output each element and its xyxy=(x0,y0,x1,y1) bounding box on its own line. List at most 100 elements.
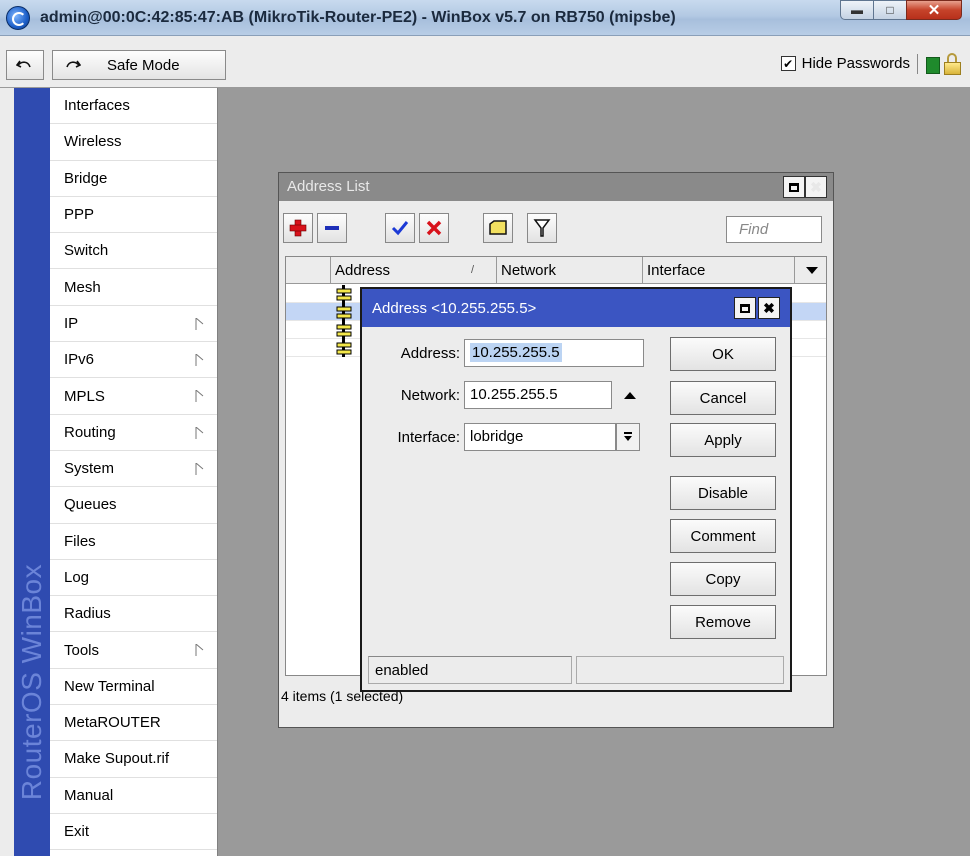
column-address-label: Address xyxy=(335,262,391,279)
menu-item[interactable]: IP xyxy=(50,306,217,343)
menu-item[interactable]: Bridge xyxy=(50,161,217,197)
menu-item-label: PPP xyxy=(64,206,95,224)
dropdown-arrow-icon xyxy=(624,432,632,441)
address-value: 10.255.255.5 xyxy=(470,343,562,362)
network-input[interactable]: 10.255.255.5 xyxy=(464,381,612,409)
hide-passwords-checkbox[interactable]: ✔ xyxy=(780,56,796,71)
submenu-arrow-icon xyxy=(195,317,205,330)
menu-item-label: MPLS xyxy=(64,387,105,405)
address-list-maximize-button[interactable] xyxy=(783,176,805,198)
remove-button[interactable] xyxy=(317,213,347,243)
filter-button[interactable] xyxy=(527,213,557,243)
menu-item[interactable]: New Terminal xyxy=(50,669,217,706)
note-icon xyxy=(489,220,507,235)
menu-item-label: Mesh xyxy=(64,278,101,296)
maximize-icon xyxy=(740,303,750,313)
add-button[interactable] xyxy=(283,213,313,243)
minus-icon xyxy=(325,226,339,230)
interface-label: Interface: xyxy=(397,429,460,446)
menu-item[interactable]: MetaROUTER xyxy=(50,705,217,742)
column-header-interface[interactable]: Interface xyxy=(642,257,794,284)
ok-button[interactable]: OK xyxy=(670,337,776,371)
window-title: admin@00:0C:42:85:47:AB (MikroTik-Router… xyxy=(40,9,676,26)
interface-dropdown-button[interactable] xyxy=(616,423,640,451)
menu-item[interactable]: IPv6 xyxy=(50,342,217,379)
menu-item-label: Exit xyxy=(64,823,90,841)
column-chooser-button[interactable] xyxy=(794,257,828,284)
interface-select[interactable]: lobridge xyxy=(464,423,616,451)
menu-item[interactable]: Interfaces xyxy=(50,88,217,125)
menu-item[interactable]: Mesh xyxy=(50,269,217,306)
sidebar-brand-strip: RouterOS WinBox xyxy=(14,88,50,856)
menu-item-label: Make Supout.rif xyxy=(64,750,170,768)
sort-indicator-icon: / xyxy=(471,264,475,276)
collapse-up-icon[interactable] xyxy=(624,392,636,399)
menu-item[interactable]: Routing xyxy=(50,415,217,451)
menu-item[interactable]: System xyxy=(50,451,217,488)
dialog-close-button[interactable]: ✖ xyxy=(758,297,780,319)
remove-button[interactable]: Remove xyxy=(670,605,776,639)
menu-item-label: MetaROUTER xyxy=(64,714,161,732)
filter-icon xyxy=(533,219,551,237)
address-dialog-titlebar[interactable]: Address <10.255.255.5> ✖ xyxy=(362,289,790,327)
enable-button[interactable] xyxy=(385,213,415,243)
maximize-icon xyxy=(789,182,799,192)
menu-item[interactable]: PPP xyxy=(50,197,217,234)
minimize-button[interactable]: ▬ xyxy=(840,0,874,20)
menu-item[interactable]: Radius xyxy=(50,596,217,633)
menu-item[interactable]: MPLS xyxy=(50,378,217,415)
column-header-network[interactable]: Network xyxy=(496,257,642,284)
menu-item[interactable]: Make Supout.rif xyxy=(50,741,217,778)
address-list-titlebar[interactable]: Address List ✖ xyxy=(279,173,833,201)
brand-text: RouterOS WinBox xyxy=(16,563,47,801)
menu-item[interactable]: Log xyxy=(50,560,217,597)
copy-button[interactable]: Copy xyxy=(670,562,776,596)
address-dialog-title: Address <10.255.255.5> xyxy=(372,300,537,317)
close-icon: ✖ xyxy=(763,300,775,316)
menu-item[interactable]: Exit xyxy=(50,814,217,851)
disable-button[interactable] xyxy=(419,213,449,243)
menu-item[interactable]: Files xyxy=(50,524,217,560)
hide-passwords-toggle[interactable]: ✔ Hide Passwords xyxy=(780,55,910,72)
hide-passwords-label: Hide Passwords xyxy=(801,55,910,72)
address-entry-icon xyxy=(336,303,352,321)
menu-item[interactable]: Switch xyxy=(50,233,217,270)
toolbar-separator xyxy=(917,54,918,74)
menu-item-label: IP xyxy=(64,314,79,332)
chevron-down-icon xyxy=(805,267,818,274)
menu-item-label: Switch xyxy=(64,242,109,260)
dialog-status-secondary xyxy=(576,656,784,684)
menu-item[interactable]: Tools xyxy=(50,632,217,669)
apply-button[interactable]: Apply xyxy=(670,423,776,457)
check-icon xyxy=(391,221,409,236)
column-header-flags[interactable] xyxy=(286,257,330,284)
menu-item-label: Manual xyxy=(64,786,114,804)
menu-item-label: Wireless xyxy=(64,133,122,151)
close-icon: ✖ xyxy=(810,179,822,195)
comment-button[interactable]: Comment xyxy=(670,519,776,553)
menu-item[interactable]: Queues xyxy=(50,487,217,524)
close-button[interactable]: ✕ xyxy=(906,0,962,20)
menu-item-label: Tools xyxy=(64,641,100,659)
column-header-address[interactable]: Address / xyxy=(330,257,496,284)
submenu-arrow-icon xyxy=(195,426,205,439)
dialog-maximize-button[interactable] xyxy=(734,297,756,319)
cancel-button[interactable]: Cancel xyxy=(670,381,776,415)
window-titlebar[interactable]: admin@00:0C:42:85:47:AB (MikroTik-Router… xyxy=(0,0,970,36)
winbox-app-icon xyxy=(6,6,30,30)
find-input[interactable]: Find xyxy=(726,216,822,243)
address-list-title: Address List xyxy=(287,178,370,195)
menu-item[interactable]: Wireless xyxy=(50,124,217,161)
disable-button[interactable]: Disable xyxy=(670,476,776,510)
menu-item-label: New Terminal xyxy=(64,677,155,695)
address-list-close-button[interactable]: ✖ xyxy=(805,176,827,198)
comment-button[interactable] xyxy=(483,213,513,243)
address-input[interactable]: 10.255.255.5 xyxy=(464,339,644,367)
menu-item-label: Files xyxy=(64,532,96,550)
address-entry-icon xyxy=(336,321,352,339)
maximize-button[interactable]: □ xyxy=(873,0,907,20)
safe-mode-button[interactable]: Safe Mode xyxy=(52,50,226,80)
menu-item[interactable]: Manual xyxy=(50,778,217,814)
plus-icon xyxy=(289,219,307,237)
undo-button[interactable] xyxy=(6,50,44,80)
